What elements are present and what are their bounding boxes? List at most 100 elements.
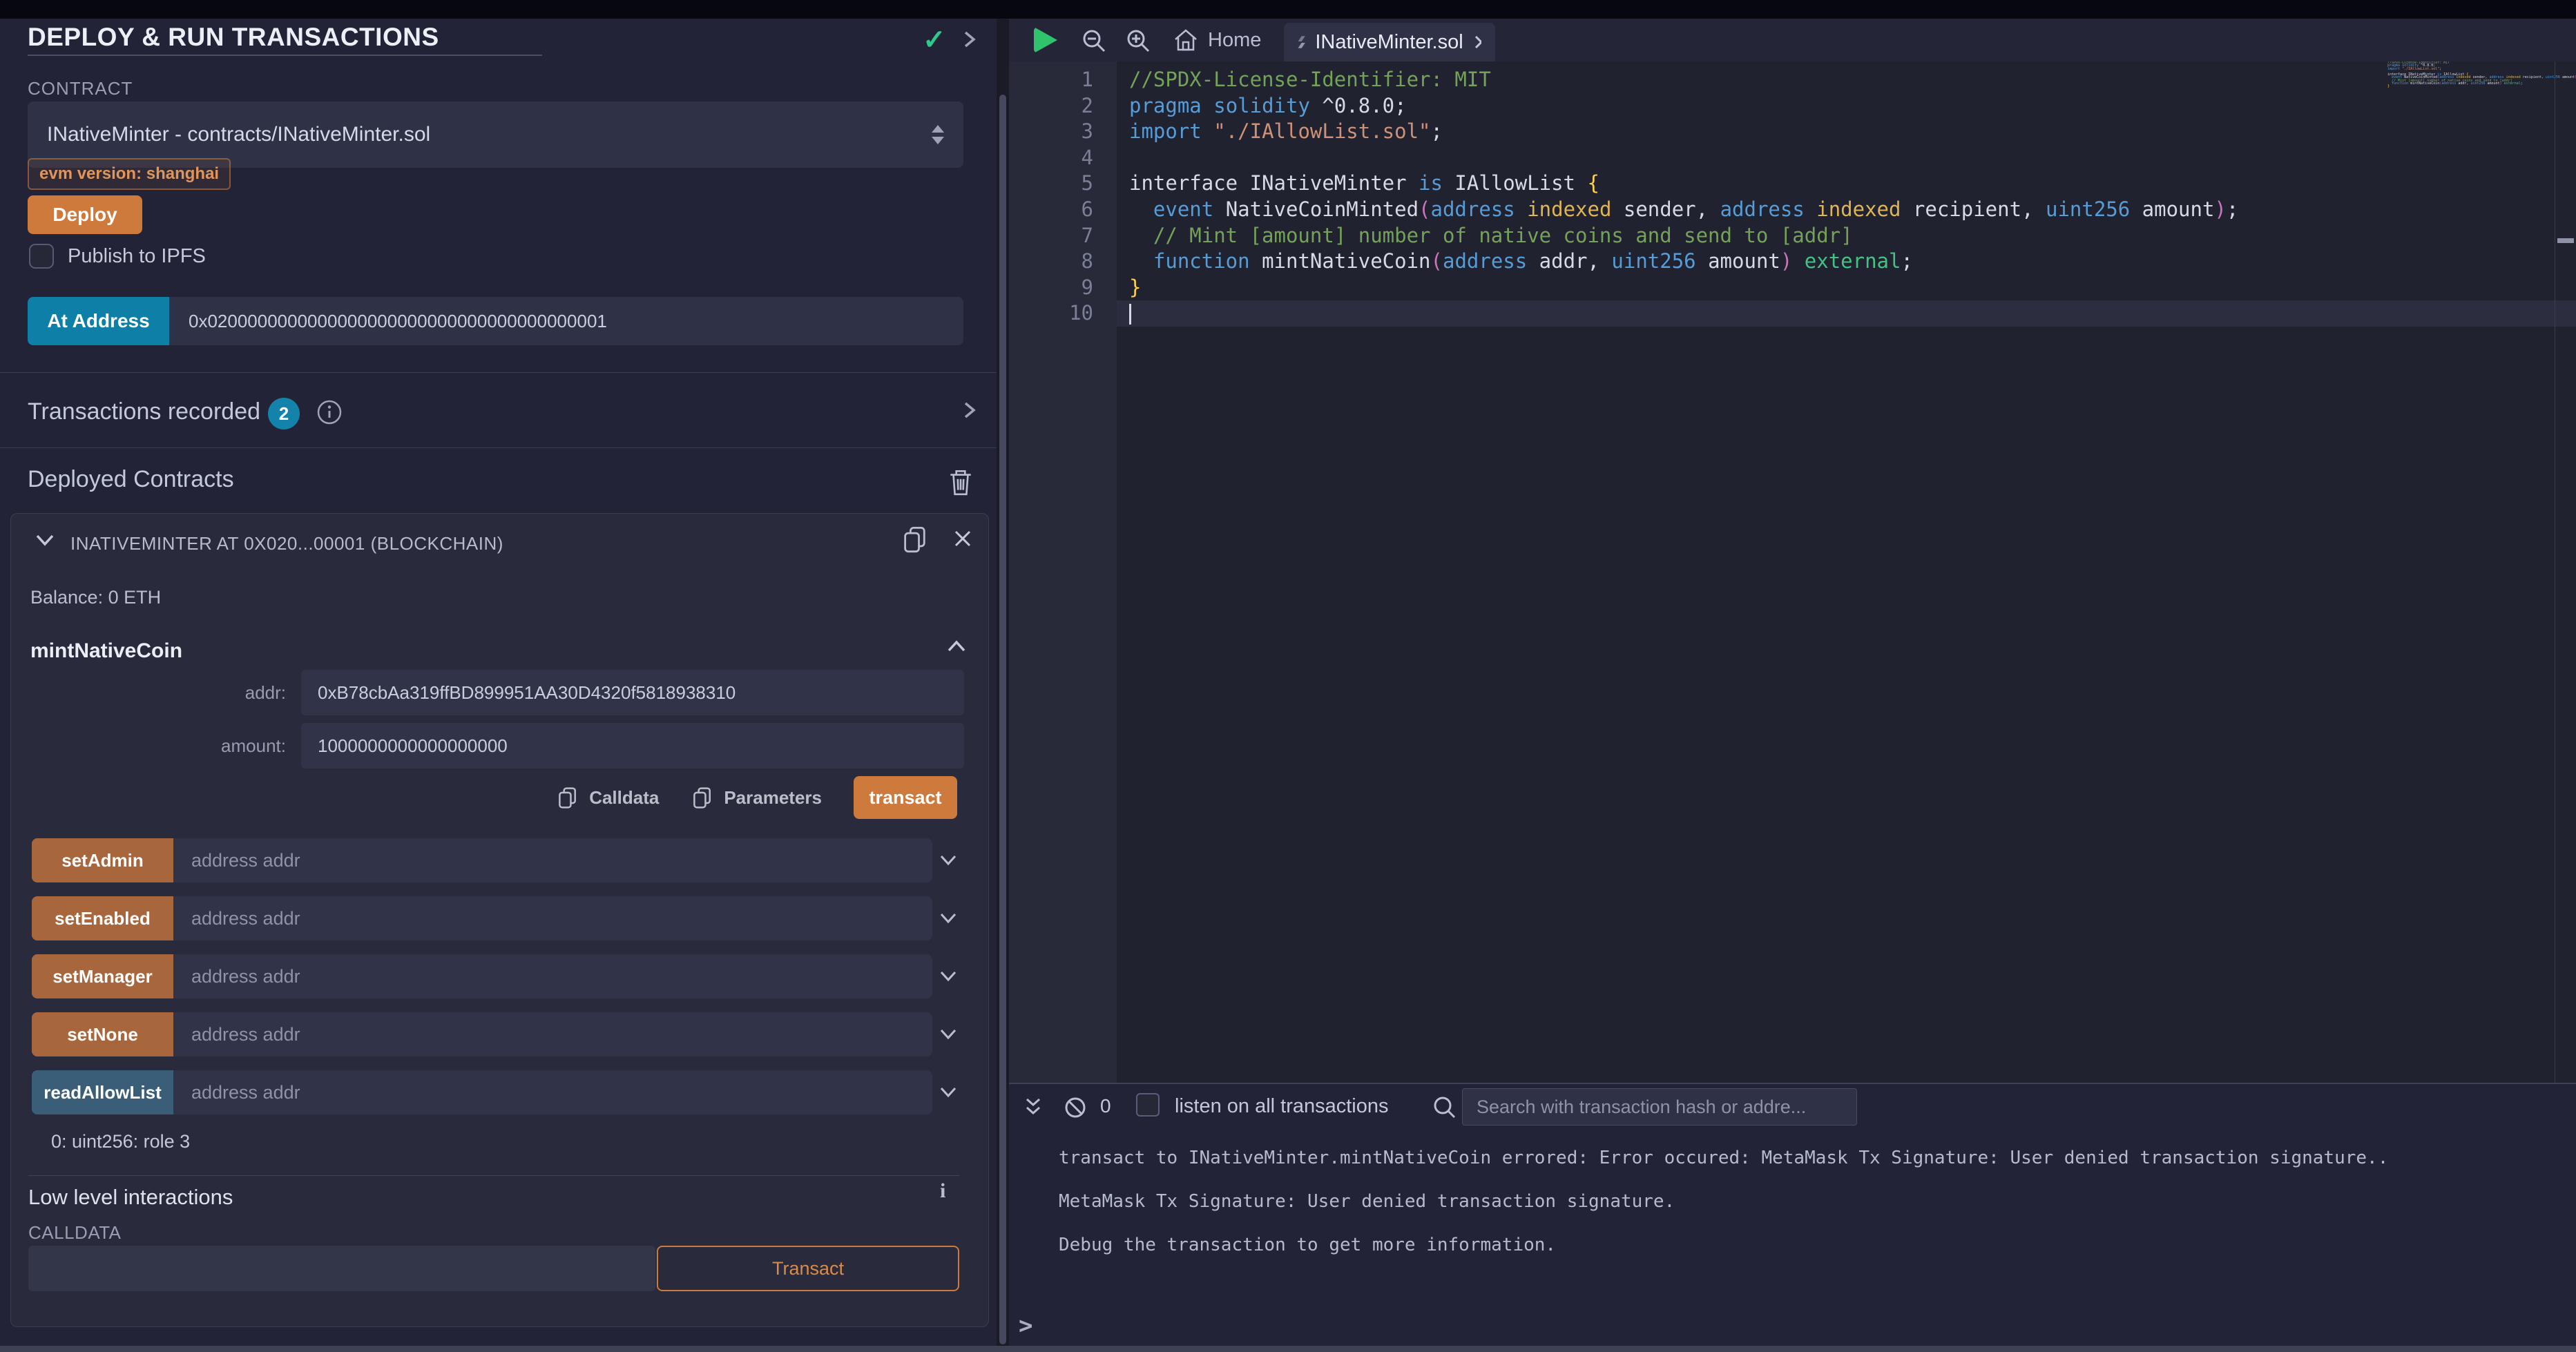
at-address-button[interactable]: At Address	[28, 297, 169, 345]
line-number: 9	[1009, 275, 1117, 301]
transactions-expand-icon[interactable]	[961, 400, 978, 420]
setAdmin-input[interactable]	[173, 838, 932, 882]
amount-field-row: amount:	[11, 723, 964, 769]
home-icon	[1173, 28, 1198, 52]
tab-file-active[interactable]: INativeMinter.sol	[1284, 23, 1495, 61]
clear-console-icon[interactable]	[1063, 1095, 1088, 1120]
readAllowList-button[interactable]: readAllowList	[32, 1070, 173, 1114]
setManager-button[interactable]: setManager	[32, 954, 173, 998]
code-line[interactable]: 2pragma solidity ^0.8.0;	[1009, 93, 2576, 119]
minimap[interactable]: //SPDX-License-Identifier: MITpragma sol…	[2387, 61, 2553, 91]
addr-field-input[interactable]	[301, 670, 964, 715]
copy-parameters-button[interactable]: Parameters	[691, 786, 822, 809]
chevron-right-icon[interactable]	[961, 30, 978, 49]
low-level-transact-button[interactable]: Transact	[657, 1246, 959, 1291]
amount-field-input[interactable]	[301, 723, 964, 769]
line-number: 8	[1009, 249, 1117, 275]
function-row: setAdmin	[32, 838, 964, 882]
expand-function-icon[interactable]	[932, 969, 964, 983]
code-line[interactable]: 10	[1009, 300, 2576, 327]
info-icon[interactable]	[316, 399, 344, 427]
setAdmin-button[interactable]: setAdmin	[32, 838, 173, 882]
trash-icon[interactable]	[948, 467, 974, 496]
close-icon[interactable]	[1473, 34, 1481, 50]
check-icon[interactable]: ✓	[923, 24, 946, 56]
expand-function-icon[interactable]	[932, 853, 964, 867]
horizontal-scrollbar[interactable]	[0, 1346, 2576, 1352]
calldata-label: CALLDATA	[28, 1222, 122, 1244]
function-name: mintNativeCoin	[30, 639, 182, 663]
tab-home[interactable]: Home	[1160, 19, 1275, 61]
function-row: setNone	[32, 1012, 964, 1056]
code-line[interactable]: 5interface INativeMinter is IAllowList {	[1009, 171, 2576, 197]
setNone-input[interactable]	[173, 1012, 932, 1056]
at-address-input[interactable]	[169, 297, 963, 345]
run-script-icon[interactable]	[1034, 27, 1057, 53]
code-line-text: pragma solidity ^0.8.0;	[1117, 93, 2576, 119]
editor-scrollbar[interactable]	[2555, 61, 2576, 1083]
publish-ipfs-row: Publish to IPFS	[29, 244, 206, 269]
function-row: readAllowList	[32, 1070, 964, 1114]
transact-button[interactable]: transact	[854, 776, 957, 819]
code-editor[interactable]: 1//SPDX-License-Identifier: MIT2pragma s…	[1009, 61, 2576, 1083]
copy-icon	[691, 786, 714, 809]
code-line[interactable]: 9}	[1009, 275, 2576, 301]
publish-ipfs-checkbox[interactable]	[29, 244, 54, 269]
function-row: setEnabled	[32, 896, 964, 940]
copy-calldata-button[interactable]: Calldata	[556, 786, 659, 809]
setManager-input[interactable]	[173, 954, 932, 998]
low-level-title: Low level interactions	[28, 1185, 233, 1210]
info-icon[interactable]: i	[940, 1179, 945, 1203]
transactions-count-badge: 2	[268, 398, 300, 429]
chevron-down-icon	[939, 1027, 957, 1041]
calldata-input[interactable]	[28, 1246, 655, 1291]
chevron-down-icon	[939, 969, 957, 983]
listen-all-checkbox[interactable]	[1136, 1093, 1160, 1117]
chevron-up-icon[interactable]	[946, 638, 967, 655]
addr-field-label: addr:	[11, 682, 301, 704]
chevron-down-icon[interactable]	[35, 532, 55, 548]
scrollbar-marker	[2557, 238, 2574, 243]
editor-tabstrip: Home INativeMinter.sol	[1009, 19, 2576, 61]
zoom-in-icon[interactable]	[1125, 28, 1153, 55]
terminal-message: MetaMask Tx Signature: User denied trans…	[1059, 1191, 2388, 1235]
setEnabled-button[interactable]: setEnabled	[32, 896, 173, 940]
terminal-messages: transact to INativeMinter.mintNativeCoin…	[1059, 1148, 2388, 1278]
expand-function-icon[interactable]	[932, 911, 964, 925]
zoom-out-icon[interactable]	[1081, 28, 1108, 55]
expand-function-icon[interactable]	[932, 1085, 964, 1099]
code-line-text: event NativeCoinMinted(address indexed s…	[1117, 197, 2576, 223]
code-line[interactable]: 1//SPDX-License-Identifier: MIT	[1009, 67, 2576, 93]
evm-version-badge: evm version: shanghai	[28, 158, 231, 190]
setNone-button[interactable]: setNone	[32, 1012, 173, 1056]
collapse-terminal-icon[interactable]	[1021, 1095, 1045, 1120]
minimap-line	[2387, 88, 2553, 91]
copy-icon[interactable]	[901, 525, 930, 554]
select-spinner-icon	[932, 125, 944, 144]
code-line[interactable]: 7 // Mint [amount] number of native coin…	[1009, 223, 2576, 249]
line-number: 4	[1009, 145, 1117, 171]
readAllowList-input[interactable]	[173, 1070, 932, 1114]
line-number: 10	[1009, 300, 1117, 327]
terminal-prompt[interactable]: >	[1019, 1312, 1032, 1340]
deploy-run-panel: DEPLOY & RUN TRANSACTIONS ✓ CONTRACT INa…	[0, 19, 997, 1352]
deployed-contracts-title: Deployed Contracts	[28, 466, 234, 493]
solidity-icon	[1298, 30, 1305, 55]
panel-divider[interactable]	[997, 19, 1009, 1352]
expand-function-icon[interactable]	[932, 1027, 964, 1041]
search-icon	[1432, 1094, 1458, 1121]
close-icon[interactable]	[953, 529, 972, 548]
code-line[interactable]: 4	[1009, 145, 2576, 171]
panel-scrollbar[interactable]	[999, 95, 1006, 1344]
code-line[interactable]: 3import "./IAllowList.sol";	[1009, 119, 2576, 145]
editor-region: Home INativeMinter.sol 1//SPDX-License-I…	[1009, 19, 2576, 1352]
setEnabled-input[interactable]	[173, 896, 932, 940]
terminal-search-input[interactable]	[1462, 1088, 1857, 1126]
line-number: 3	[1009, 119, 1117, 145]
tab-home-label: Home	[1208, 29, 1261, 52]
window-topbar	[0, 0, 2576, 19]
code-line[interactable]: 6 event NativeCoinMinted(address indexed…	[1009, 197, 2576, 223]
code-line[interactable]: 8 function mintNativeCoin(address addr, …	[1009, 249, 2576, 275]
line-number: 2	[1009, 93, 1117, 119]
deploy-button[interactable]: Deploy	[28, 195, 142, 234]
